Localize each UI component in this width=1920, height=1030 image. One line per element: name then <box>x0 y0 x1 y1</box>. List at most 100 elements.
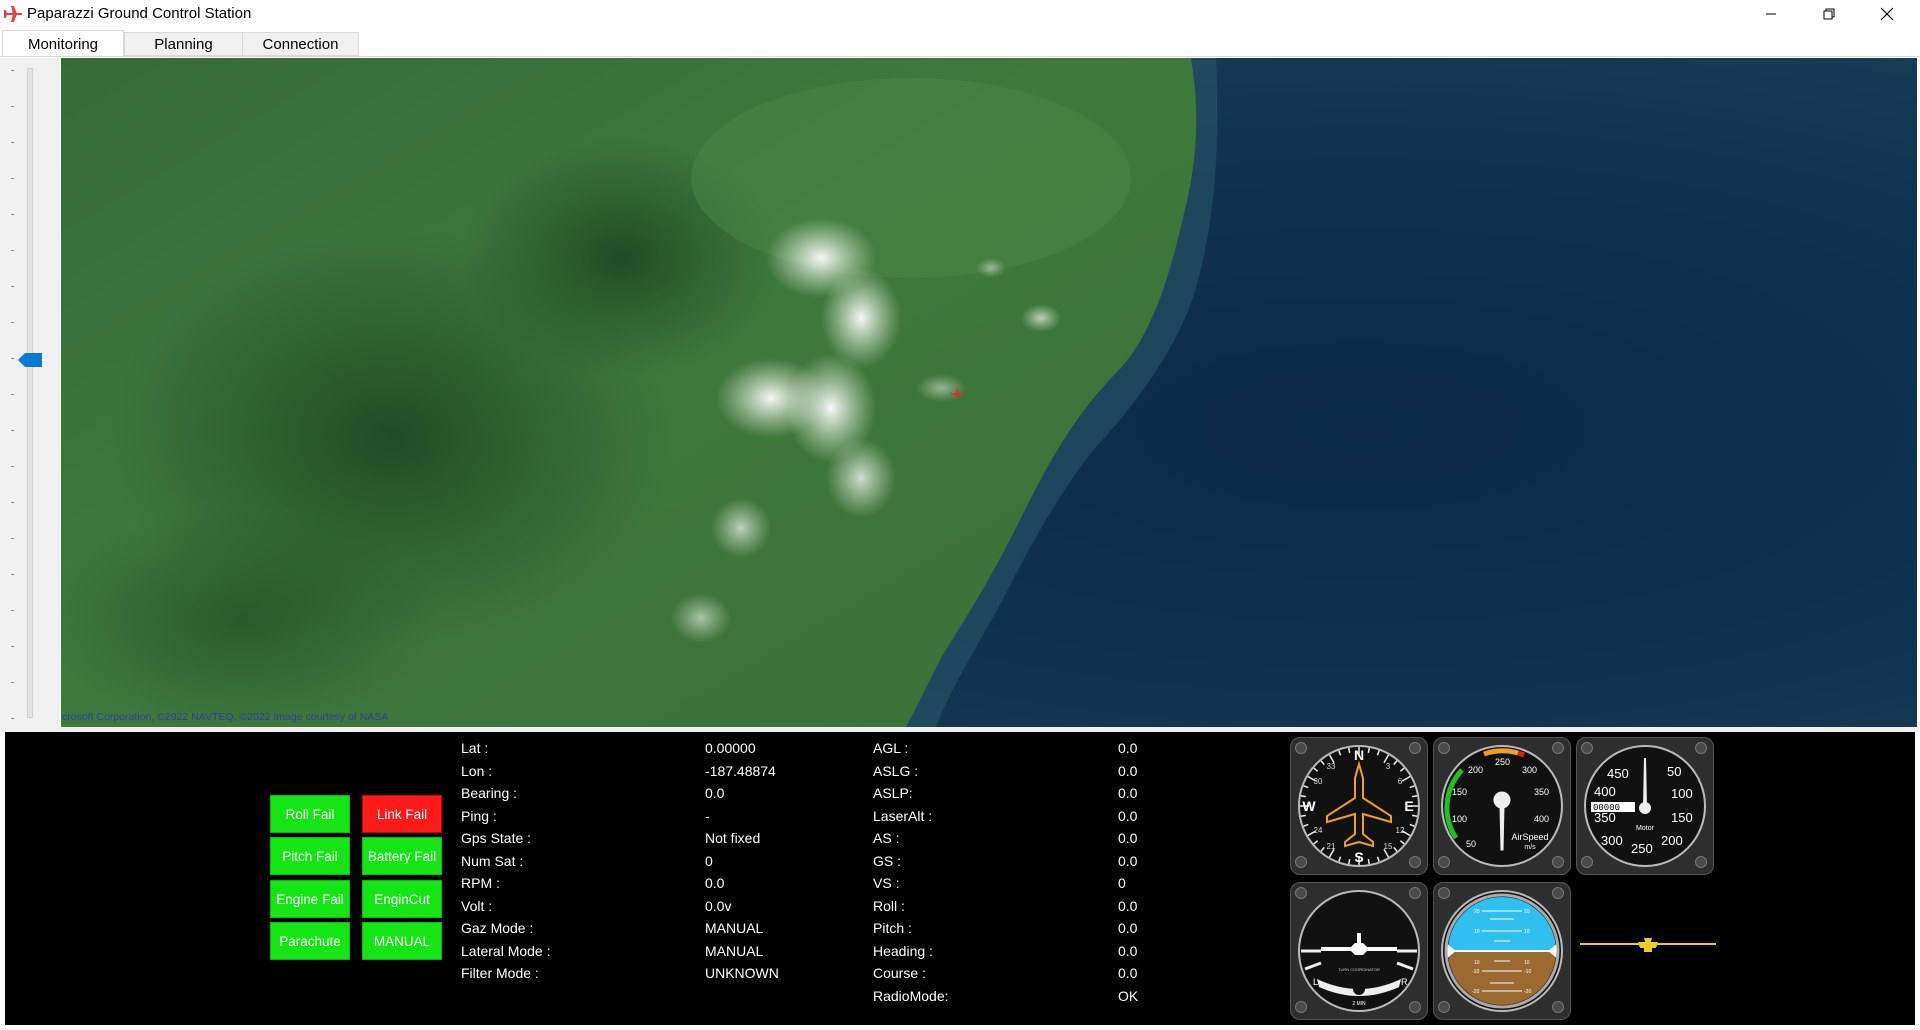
tab-connection[interactable]: Connection <box>242 32 359 56</box>
tab-planning[interactable]: Planning <box>124 32 243 56</box>
lon-label: Lon : <box>461 763 493 779</box>
airspeed-label: AirSpeed <box>1511 832 1548 842</box>
engine-fail-button[interactable]: Engine Fail <box>270 880 350 918</box>
parachute-button[interactable]: Parachute <box>270 922 350 960</box>
course-label: Course : <box>873 965 926 981</box>
zoom-slider-track[interactable] <box>27 68 33 718</box>
motor-label: Motor <box>1636 825 1655 832</box>
turn-coordinator-sub: TURN COORDINATOR <box>1338 967 1380 972</box>
satellite-map[interactable]: crosoft Corporation, ©2022 NAVTEQ, ©2022… <box>61 58 1917 727</box>
rpm-value: 0.0 <box>705 875 725 891</box>
restore-button[interactable] <box>1800 0 1858 28</box>
as-label: AS : <box>873 830 900 846</box>
lon-value: -187.48874 <box>705 763 776 779</box>
course-value: 0.0 <box>1118 965 1138 981</box>
zoom-slider-thumb[interactable] <box>18 353 42 367</box>
compass-e: E <box>1404 798 1413 814</box>
manual-mode-button[interactable]: MANUAL <box>362 922 442 960</box>
zoom-tick <box>11 106 14 107</box>
lateral-mode-value: MANUAL <box>705 943 764 959</box>
roll-fail-button[interactable]: Roll Fail <box>270 795 350 833</box>
bearing-value: 0.0 <box>705 785 725 801</box>
airspeed-tick-label: 350 <box>1534 787 1549 797</box>
heading-indicator: N S E W 33 3 6 12 15 21 24 30 <box>1290 737 1428 875</box>
zoom-tick <box>11 286 14 287</box>
num-sat-label: Num Sat : <box>461 853 524 869</box>
motor-tick-label: 300 <box>1601 833 1623 848</box>
aslp-value: 0.0 <box>1118 785 1138 801</box>
bearing-label: Bearing : <box>461 785 518 801</box>
vs-label: VS : <box>873 875 900 891</box>
radio-mode-label: RadioMode: <box>873 988 949 1004</box>
volt-label: Volt : <box>461 898 493 914</box>
roll-label: Roll : <box>873 898 905 914</box>
zoom-tick <box>11 250 14 251</box>
airplane-icon <box>4 6 22 22</box>
battery-fail-button[interactable]: Battery Fail <box>362 837 442 875</box>
compass-w: W <box>1302 798 1316 814</box>
airspeed-tick-label: 100 <box>1452 814 1467 824</box>
zoom-tick <box>11 322 14 323</box>
tab-divider <box>0 56 1920 57</box>
pitch-fail-button[interactable]: Pitch Fail <box>270 837 350 875</box>
zoom-tick <box>11 214 14 215</box>
motor-tick-label: 50 <box>1667 764 1681 779</box>
aslg-value: 0.0 <box>1118 763 1138 779</box>
zoom-tick <box>11 610 14 611</box>
minimize-icon <box>1766 13 1776 15</box>
instrument-panel: Roll Fail Link Fail Pitch Fail Battery F… <box>5 732 1915 1025</box>
airspeed-tick-label: 250 <box>1495 757 1510 767</box>
compass-tick-label: 3 <box>1386 762 1391 771</box>
gps-state-value: Not fixed <box>705 830 761 846</box>
gs-label: GS : <box>873 853 902 869</box>
heading-label: Heading : <box>873 943 933 959</box>
roll-value: 0.0 <box>1118 898 1138 914</box>
tab-monitoring[interactable]: Monitoring <box>2 30 124 57</box>
turn-coordinator: TURN COORDINATOR L R 2 MIN <box>1290 882 1428 1020</box>
engine-cut-button[interactable]: EnginCut <box>362 880 442 918</box>
attitude-tick-label: 20 <box>1524 909 1530 915</box>
radio-mode-value: OK <box>1118 988 1139 1004</box>
airspeed-tick-label: 400 <box>1534 814 1549 824</box>
close-icon <box>1880 7 1894 21</box>
restore-icon <box>1823 8 1835 20</box>
close-button[interactable] <box>1858 0 1916 28</box>
compass-tick-label: 24 <box>1314 826 1323 835</box>
compass-tick-label: 30 <box>1314 777 1323 786</box>
attitude-tick-label: -10 <box>1472 969 1479 975</box>
zoom-tick <box>11 502 14 503</box>
motor-tick-label: 150 <box>1671 810 1693 825</box>
lat-label: Lat : <box>461 740 489 756</box>
link-fail-button[interactable]: Link Fail <box>362 795 442 833</box>
turn-right-label: R <box>1401 977 1408 987</box>
window-title: Paparazzi Ground Control Station <box>27 5 252 22</box>
gps-state-label: Gps State : <box>461 830 532 846</box>
map-attribution: crosoft Corporation, ©2022 NAVTEQ, ©2022… <box>62 711 389 723</box>
map-imagery <box>61 58 1917 727</box>
zoom-tick <box>11 358 14 359</box>
vs-value: 0 <box>1118 875 1126 891</box>
yaw-indicator-icon <box>1580 938 1716 952</box>
motor-tick-label: 200 <box>1661 833 1683 848</box>
laser-alt-value: 0.0 <box>1118 808 1138 824</box>
heading-value: 0.0 <box>1118 943 1138 959</box>
agl-value: 0.0 <box>1118 740 1138 756</box>
motor-tick-label: 100 <box>1671 786 1693 801</box>
num-sat-value: 0 <box>705 853 713 869</box>
motor-counter: 00000 <box>1593 803 1620 813</box>
aslg-label: ASLG : <box>873 763 919 779</box>
gaz-mode-value: MANUAL <box>705 920 764 936</box>
minimize-button[interactable] <box>1742 0 1800 28</box>
attitude-tick-label: 10 <box>1524 929 1530 935</box>
airspeed-tick-label: 200 <box>1468 765 1483 775</box>
compass-tick-label: 21 <box>1327 842 1336 851</box>
airspeed-tick-label: 50 <box>1466 839 1476 849</box>
gaz-mode-label: Gaz Mode : <box>461 920 534 936</box>
zoom-tick <box>11 538 14 539</box>
rpm-label: RPM : <box>461 875 500 891</box>
ping-label: Ping : <box>461 808 497 824</box>
zoom-tick <box>11 70 14 71</box>
zoom-tick <box>11 574 14 575</box>
zoom-tick <box>11 394 14 395</box>
laser-alt-label: LaserAlt : <box>873 808 933 824</box>
